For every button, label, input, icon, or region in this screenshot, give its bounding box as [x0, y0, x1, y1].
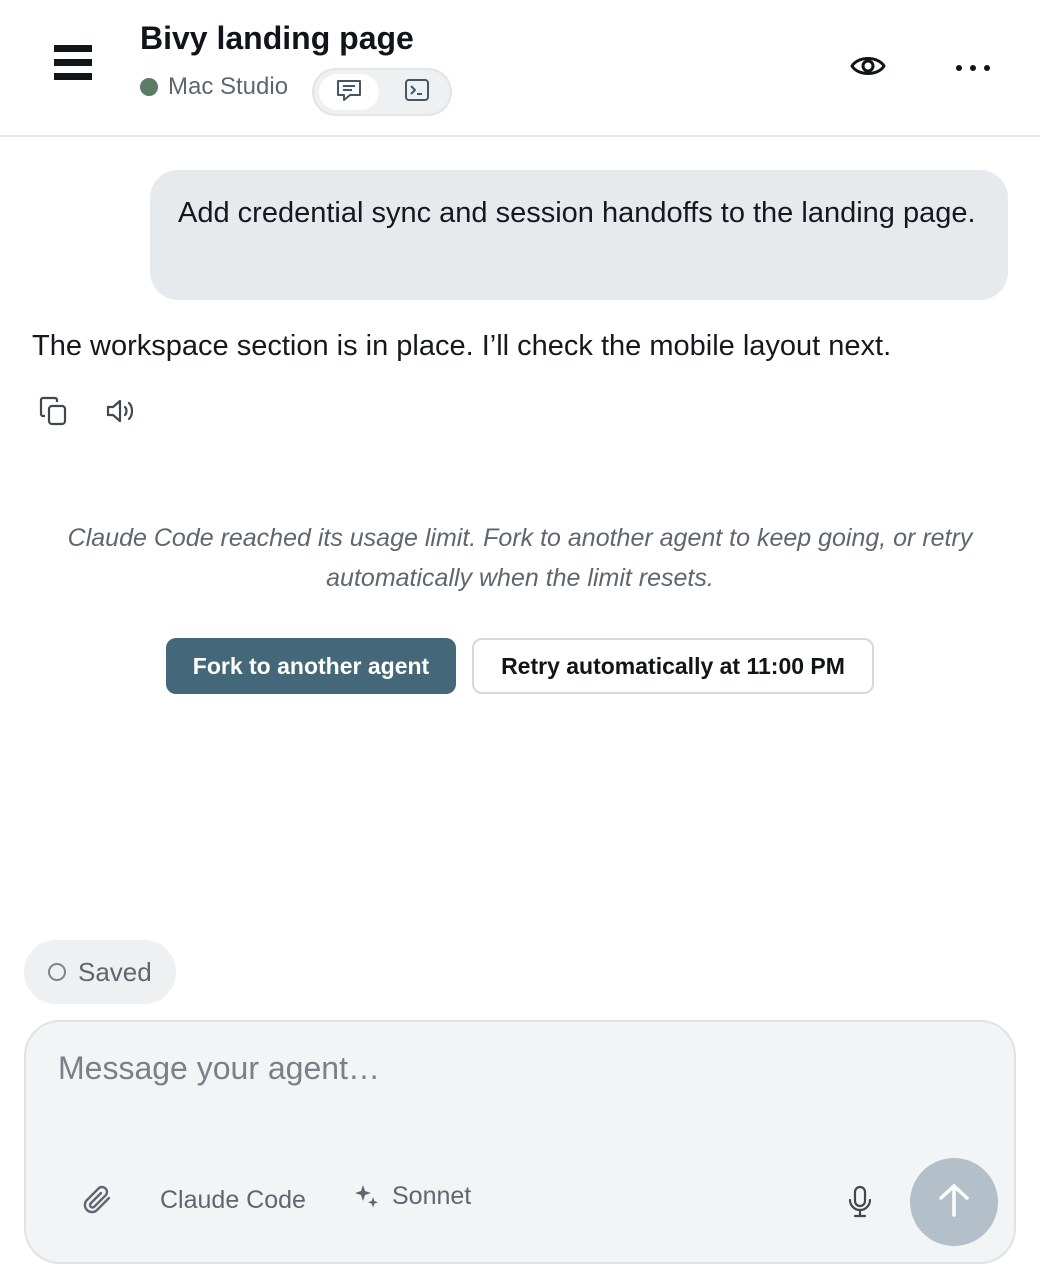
usage-limit-notice: Claude Code reached its usage limit. For… — [67, 524, 973, 592]
attach-button[interactable] — [76, 1180, 120, 1224]
voice-input-button[interactable] — [838, 1182, 882, 1226]
saved-status-icon — [48, 963, 66, 981]
model-selector[interactable]: Sonnet — [354, 1182, 471, 1211]
message-input[interactable] — [58, 1046, 958, 1090]
mode-toggle — [312, 68, 452, 116]
copy-message-button[interactable] — [33, 393, 73, 433]
paperclip-icon — [81, 1183, 115, 1222]
speaker-icon — [105, 397, 137, 430]
arrow-up-icon — [937, 1182, 971, 1223]
device-name: Mac Studio — [168, 73, 289, 100]
microphone-icon — [847, 1185, 873, 1224]
more-horizontal-icon — [955, 59, 991, 77]
message-composer: Claude Code Sonnet — [24, 1020, 1016, 1264]
eye-icon — [850, 52, 886, 85]
read-aloud-button[interactable] — [100, 393, 142, 433]
assistant-message: The workspace section is in place. I’ll … — [32, 330, 892, 362]
retry-automatically-button[interactable]: Retry automatically at 11:00 PM — [472, 638, 874, 694]
fork-agent-button[interactable]: Fork to another agent — [166, 638, 456, 694]
app-header: Bivy landing page Mac Studio — [0, 0, 1040, 137]
copy-icon — [38, 395, 68, 432]
menu-button[interactable] — [38, 30, 108, 100]
user-message: Add credential sync and session handoffs… — [150, 170, 1008, 300]
chat-bubble-icon — [336, 78, 362, 107]
chat-mode-button[interactable] — [319, 74, 379, 110]
agent-selector[interactable]: Claude Code — [160, 1186, 306, 1215]
terminal-icon — [404, 78, 430, 107]
send-button[interactable] — [910, 1158, 998, 1246]
more-options-button[interactable] — [945, 42, 1001, 94]
page-title: Bivy landing page — [140, 20, 414, 56]
terminal-mode-button[interactable] — [389, 74, 445, 110]
hamburger-menu-icon — [54, 44, 92, 86]
saved-status-badge: Saved — [24, 940, 176, 1004]
preview-button[interactable] — [840, 42, 896, 94]
saved-status-label: Saved — [78, 956, 152, 987]
sparkle-icon — [354, 1183, 380, 1211]
device-indicator: Mac Studio — [140, 73, 288, 101]
online-status-dot — [140, 78, 158, 96]
model-label: Sonnet — [392, 1182, 472, 1210]
